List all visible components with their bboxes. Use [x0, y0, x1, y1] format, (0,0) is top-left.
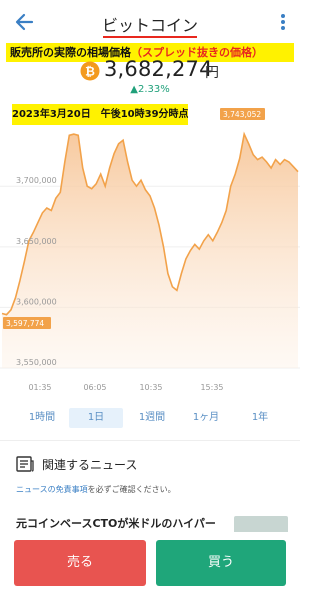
y-tick-label: 3,600,000 — [16, 297, 57, 306]
news-heading: 関連するニュース — [42, 458, 138, 472]
svg-text:₿: ₿ — [85, 65, 95, 79]
newspaper-icon — [16, 456, 34, 472]
bitcoin-icon: ₿ — [80, 61, 100, 81]
x-tick-label: 01:35 — [28, 383, 51, 392]
buy-button[interactable]: 買う — [156, 540, 286, 586]
y-tick-label: 3,550,000 — [16, 358, 57, 367]
price-unit: 円 — [205, 65, 219, 81]
range-tab-1y[interactable]: 1年 — [240, 408, 280, 428]
max-price-flag: 3,743,052 — [220, 108, 265, 120]
news-disclaimer-text: を必ずご確認ください。 — [87, 485, 176, 494]
sell-button[interactable]: 売る — [14, 540, 146, 586]
x-tick-label: 06:05 — [83, 383, 106, 392]
min-price-label: 3,597,774 — [6, 319, 44, 328]
top-bar: ビットコイン — [0, 0, 300, 42]
more-options-icon[interactable] — [276, 10, 290, 34]
section-divider — [0, 440, 300, 441]
range-tab-1m[interactable]: 1ヶ月 — [184, 408, 228, 428]
news-disclaimer-link[interactable]: ニュースの免責事項 — [16, 485, 88, 494]
min-price-flag: 3,597,774 — [3, 317, 51, 329]
chart-area — [2, 134, 298, 368]
x-axis-labels: 01:35 06:05 10:35 15:35 — [28, 383, 223, 392]
news-disclaimer: ニュースの免責事項を必ずご確認ください。 — [16, 484, 176, 495]
page-title: ビットコイン — [101, 16, 198, 35]
x-tick-label: 10:35 — [139, 383, 162, 392]
range-tab-1d[interactable]: 1日 — [69, 408, 123, 428]
x-tick-label: 15:35 — [200, 383, 223, 392]
price-change: ▲2.33% — [130, 84, 170, 95]
timestamp-banner: 2023年3月20日 午後10時39分時点 — [12, 104, 188, 125]
range-tab-1w[interactable]: 1週間 — [130, 408, 174, 428]
max-price-label: 3,743,052 — [223, 110, 261, 119]
range-tab-1h[interactable]: 1時間 — [22, 408, 62, 428]
y-tick-label: 3,700,000 — [16, 176, 57, 185]
title-underline — [103, 36, 197, 38]
current-price: 3,682,274 — [104, 57, 213, 81]
price-chart[interactable]: 3,700,000 3,650,000 3,600,000 3,550,000 01:… — [0, 100, 300, 400]
news-article-title[interactable]: 元コインベースCTOが米ドルのハイパー — [16, 515, 216, 531]
y-tick-label: 3,650,000 — [16, 237, 57, 246]
